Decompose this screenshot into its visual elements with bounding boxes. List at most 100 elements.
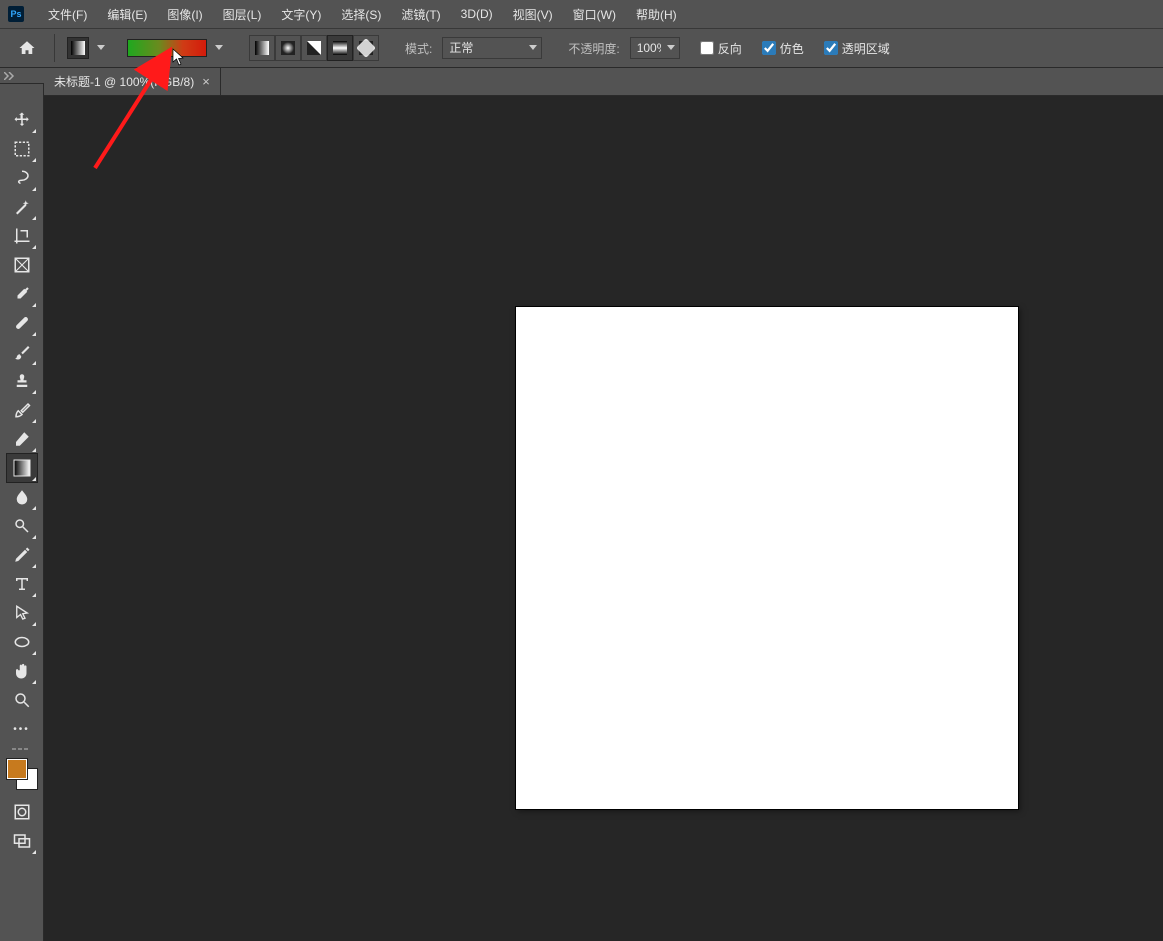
quick-mask-icon xyxy=(13,803,31,821)
menu-bar: Ps 文件(F) 编辑(E) 图像(I) 图层(L) 文字(Y) 选择(S) 滤… xyxy=(0,0,1163,28)
gradient-tool[interactable] xyxy=(7,454,37,482)
edit-toolbar[interactable]: ••• xyxy=(7,715,37,743)
transparency-check-label: 透明区域 xyxy=(842,40,890,57)
eyedropper-tool[interactable] xyxy=(7,280,37,308)
menu-filter[interactable]: 滤镜(T) xyxy=(391,2,450,27)
pen-tool[interactable] xyxy=(7,541,37,569)
tool-preset-dropdown[interactable] xyxy=(95,37,107,59)
app-logo: Ps xyxy=(8,6,24,22)
eyedropper-icon xyxy=(13,285,31,303)
gradient-type-linear[interactable] xyxy=(249,35,275,61)
dither-check-label: 仿色 xyxy=(780,40,804,57)
path-select-tool[interactable] xyxy=(7,599,37,627)
menu-edit[interactable]: 编辑(E) xyxy=(97,2,157,27)
menu-image[interactable]: 图像(I) xyxy=(157,2,212,27)
document-tab-bar: 未标题-1 @ 100%(RGB/8) × xyxy=(0,68,1163,96)
gradient-picker-dropdown[interactable] xyxy=(213,37,225,59)
dodge-icon xyxy=(13,517,31,535)
tool-preset-picker[interactable] xyxy=(67,37,89,59)
blur-icon xyxy=(13,488,31,506)
brush-icon xyxy=(13,343,31,361)
tool-separator xyxy=(7,744,37,754)
double-chevron-icon xyxy=(4,72,16,80)
opacity-label: 不透明度: xyxy=(568,40,619,57)
mode-select[interactable]: 正常 xyxy=(442,37,542,59)
reverse-check[interactable]: 反向 xyxy=(700,40,742,57)
crop-tool[interactable] xyxy=(7,222,37,250)
gradient-type-reflected[interactable] xyxy=(327,35,353,61)
transparency-checkbox[interactable] xyxy=(824,41,838,55)
quick-select-tool[interactable] xyxy=(7,193,37,221)
dither-checkbox[interactable] xyxy=(762,41,776,55)
gradient-swatch-icon xyxy=(70,40,86,56)
marquee-tool[interactable] xyxy=(7,135,37,163)
menu-layer[interactable]: 图层(L) xyxy=(213,2,272,27)
shape-tool[interactable] xyxy=(7,628,37,656)
screen-mode-toggle[interactable] xyxy=(7,827,37,855)
opacity-select[interactable]: 100% xyxy=(630,37,680,59)
home-button[interactable] xyxy=(12,35,42,61)
chevron-down-icon xyxy=(215,45,223,51)
screen-mode-icon xyxy=(13,832,31,850)
lasso-icon xyxy=(13,169,31,187)
move-tool[interactable] xyxy=(7,106,37,134)
clone-stamp-tool[interactable] xyxy=(7,367,37,395)
reverse-check-label: 反向 xyxy=(718,40,742,57)
menu-help[interactable]: 帮助(H) xyxy=(626,2,687,27)
type-tool[interactable] xyxy=(7,570,37,598)
mode-label: 模式: xyxy=(405,40,432,57)
gradient-type-angle[interactable] xyxy=(301,35,327,61)
document-canvas[interactable] xyxy=(516,307,1018,809)
reflected-gradient-icon xyxy=(331,39,349,57)
menu-type[interactable]: 文字(Y) xyxy=(271,2,331,27)
history-brush-icon xyxy=(13,401,31,419)
hand-icon xyxy=(13,662,31,680)
gradient-tool-icon xyxy=(13,459,31,477)
ellipse-icon xyxy=(13,633,31,651)
zoom-icon xyxy=(13,691,31,709)
marquee-icon xyxy=(13,140,31,158)
dodge-tool[interactable] xyxy=(7,512,37,540)
options-bar: 模式: 正常 不透明度: 100% 反向 仿色 透明区域 xyxy=(0,28,1163,68)
quick-mask-toggle[interactable] xyxy=(7,798,37,826)
history-brush-tool[interactable] xyxy=(7,396,37,424)
transparency-check[interactable]: 透明区域 xyxy=(824,40,890,57)
eraser-icon xyxy=(13,430,31,448)
frame-tool[interactable] xyxy=(7,251,37,279)
dither-check[interactable]: 仿色 xyxy=(762,40,804,57)
canvas-area[interactable] xyxy=(44,96,1163,941)
home-icon xyxy=(18,39,36,57)
document-tab[interactable]: 未标题-1 @ 100%(RGB/8) × xyxy=(44,68,221,95)
menu-file[interactable]: 文件(F) xyxy=(38,2,97,27)
brush-tool[interactable] xyxy=(7,338,37,366)
hand-tool[interactable] xyxy=(7,657,37,685)
foreground-color-swatch[interactable] xyxy=(7,759,27,779)
divider xyxy=(54,34,55,62)
wand-icon xyxy=(13,198,31,216)
color-swatches[interactable] xyxy=(7,759,37,789)
menu-3d[interactable]: 3D(D) xyxy=(451,3,503,25)
tool-panel: ••• xyxy=(0,84,44,941)
frame-icon xyxy=(13,256,31,274)
panel-collapse-strip[interactable] xyxy=(0,68,44,84)
reverse-checkbox[interactable] xyxy=(700,41,714,55)
linear-gradient-icon xyxy=(253,39,271,57)
type-icon xyxy=(13,575,31,593)
blur-tool[interactable] xyxy=(7,483,37,511)
menu-view[interactable]: 视图(V) xyxy=(503,2,563,27)
close-icon[interactable]: × xyxy=(202,74,210,89)
lasso-tool[interactable] xyxy=(7,164,37,192)
menu-window[interactable]: 窗口(W) xyxy=(563,2,626,27)
gradient-editor-preview[interactable] xyxy=(127,39,207,57)
menu-select[interactable]: 选择(S) xyxy=(331,2,391,27)
chevron-down-icon xyxy=(97,45,105,51)
diamond-gradient-icon xyxy=(357,39,375,57)
gradient-type-diamond[interactable] xyxy=(353,35,379,61)
zoom-tool[interactable] xyxy=(7,686,37,714)
crop-icon xyxy=(13,227,31,245)
gradient-type-radial[interactable] xyxy=(275,35,301,61)
move-icon xyxy=(13,111,31,129)
eraser-tool[interactable] xyxy=(7,425,37,453)
healing-brush-tool[interactable] xyxy=(7,309,37,337)
radial-gradient-icon xyxy=(279,39,297,57)
